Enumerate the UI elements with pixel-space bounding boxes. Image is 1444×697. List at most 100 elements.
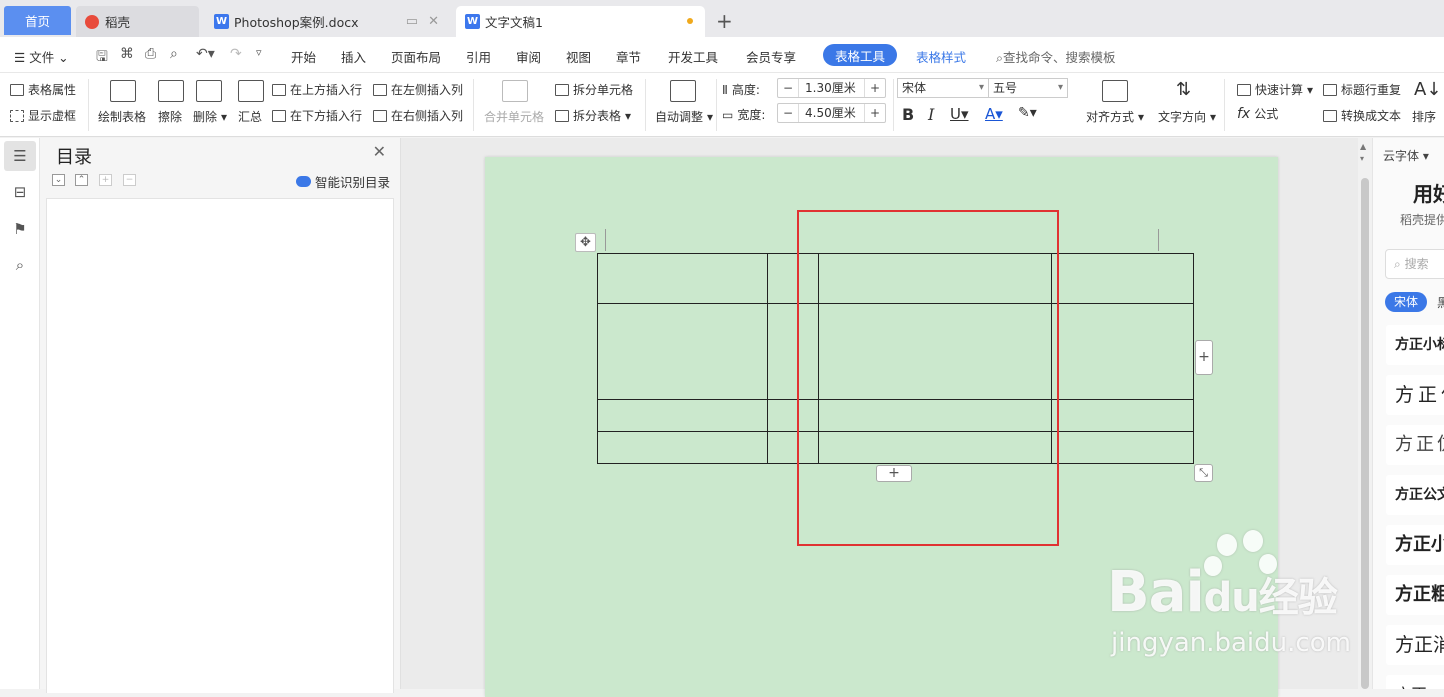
font-card[interactable]: 方正公文 — [1386, 475, 1444, 515]
underline-icon[interactable]: U▾ — [950, 105, 969, 123]
redo-icon[interactable]: ↷ — [230, 46, 242, 62]
print-icon[interactable]: ⎙ — [145, 46, 156, 62]
smart-toc-button[interactable]: 智能识别目录 — [295, 172, 390, 191]
height-stepper[interactable]: −1.30厘米 + — [777, 78, 886, 98]
document-page[interactable]: ✥ + + ⤡ — [485, 157, 1278, 697]
screen-icon[interactable]: ▭ — [406, 14, 418, 29]
font-card[interactable]: 方正粗 — [1386, 575, 1444, 615]
menu-review[interactable]: 审阅 — [516, 47, 541, 66]
find-icon[interactable]: ⌕ — [11, 256, 29, 274]
menu-insert[interactable]: 插入 — [341, 47, 366, 66]
italic-icon[interactable]: I — [928, 105, 934, 124]
more-icon[interactable]: ▿ — [256, 46, 262, 59]
bookmark-icon[interactable]: ⚑ — [11, 220, 29, 238]
minus-icon[interactable]: − — [778, 104, 798, 122]
file-menu[interactable]: ☰ 文件 ⌄ — [14, 47, 69, 66]
sort-icon: A↓ — [1414, 79, 1442, 100]
align-button[interactable]: 对齐方式 ▾ — [1086, 108, 1144, 125]
tab-daoke[interactable]: 稻壳 — [76, 6, 199, 37]
font-card[interactable]: 方正仿 — [1386, 375, 1444, 415]
expand-icon[interactable]: ⌄ — [52, 174, 65, 186]
insert-above-button[interactable]: 在上方插入行 — [272, 81, 362, 98]
undo-icon[interactable]: ↶▾ — [196, 46, 215, 62]
scroll-up-icon[interactable]: ▲ — [1360, 142, 1366, 151]
menu-start[interactable]: 开始 — [291, 47, 316, 66]
resize-table-icon[interactable]: ⤡ — [1194, 464, 1213, 482]
font-name-select[interactable]: 宋体 — [897, 78, 989, 98]
menu-devtools[interactable]: 开发工具 — [668, 47, 718, 66]
tab-photoshop-doc[interactable]: W Photoshop案例.docx ▭ ✕ — [205, 6, 451, 37]
margin-mark — [1158, 229, 1159, 251]
quick-calc-button[interactable]: 快速计算 ▾ — [1237, 81, 1313, 98]
title-repeat-button[interactable]: 标题行重复 — [1323, 81, 1401, 98]
font-search-input[interactable]: ⌕ 搜索 — [1385, 249, 1444, 279]
minus-icon[interactable]: − — [778, 79, 798, 97]
height-value[interactable]: 1.30厘米 — [798, 79, 865, 97]
close-icon[interactable]: ✕ — [373, 142, 386, 161]
collapse-icon[interactable]: ⌃ — [75, 174, 88, 186]
menu-reference[interactable]: 引用 — [466, 47, 491, 66]
convert-text-button[interactable]: 转换成文本 — [1323, 107, 1401, 124]
font-card[interactable]: 方正仿 — [1386, 425, 1444, 465]
scroll-thumb[interactable] — [1361, 178, 1369, 689]
plus-icon[interactable]: + — [865, 104, 885, 122]
outline-icon[interactable]: ☰ — [11, 147, 29, 165]
tag-songti[interactable]: 宋体 — [1385, 292, 1427, 312]
split-table-label: 拆分表格 — [573, 109, 622, 123]
tag-heiti[interactable]: 黑 — [1437, 294, 1444, 311]
insert-below-button[interactable]: 在下方插入行 — [272, 107, 362, 124]
formula-label: 公式 — [1254, 107, 1279, 121]
close-tab-icon[interactable]: ✕ — [428, 14, 439, 29]
add-column-icon[interactable]: + — [1195, 340, 1213, 375]
preview-icon[interactable]: ⌕ — [170, 46, 178, 62]
scroll-top-icon[interactable]: ▾ — [1360, 154, 1364, 163]
ribbon: 表格属性 显示虚框 绘制表格 擦除 删除 ▾ 汇总 在上方插入行 在下方插入行 在… — [0, 73, 1444, 137]
chapter-nav-icon[interactable]: ⊟ — [11, 183, 29, 201]
summary-button[interactable]: 汇总 — [238, 108, 262, 125]
font-color-icon[interactable]: A▾ — [985, 105, 1003, 123]
merge-cells-button[interactable]: 合并单元格 — [484, 108, 544, 125]
plus-icon[interactable]: + — [865, 79, 885, 97]
draw-table-button[interactable]: 绘制表格 — [98, 108, 146, 125]
menu-layout[interactable]: 页面布局 — [391, 47, 441, 66]
cloud-font-dropdown[interactable]: 云字体 ▾ — [1383, 147, 1429, 164]
new-tab-icon[interactable]: + — [716, 9, 733, 33]
font-card[interactable]: 方正 — [1386, 675, 1444, 689]
add-level-icon[interactable]: + — [99, 174, 112, 186]
width-value[interactable]: 4.50厘米 — [798, 104, 865, 122]
table-move-icon[interactable]: ✥ — [575, 233, 596, 252]
font-card[interactable]: 方正小 — [1386, 525, 1444, 565]
tab-home[interactable]: 首页 — [4, 6, 71, 35]
font-size-select[interactable]: 五号 — [988, 78, 1068, 98]
sort-button[interactable]: 排序 — [1412, 108, 1436, 125]
menu-chapter[interactable]: 章节 — [616, 47, 641, 66]
show-gridlines-button[interactable]: 显示虚框 — [10, 107, 76, 124]
menu-table-tools[interactable]: 表格工具 — [823, 44, 897, 66]
highlight-icon[interactable]: ✎▾ — [1018, 105, 1037, 121]
bold-icon[interactable]: B — [902, 105, 914, 124]
unsaved-dot-icon — [687, 18, 693, 24]
split-cells-button[interactable]: 拆分单元格 — [555, 81, 633, 98]
erase-button[interactable]: 擦除 — [158, 108, 182, 125]
document-canvas: ✥ + + ⤡ — [401, 138, 1358, 697]
delete-button[interactable]: 删除 ▾ — [193, 108, 227, 125]
insert-right-button[interactable]: 在右侧插入列 — [373, 107, 463, 124]
format-painter-icon[interactable]: ⌘ — [120, 46, 134, 62]
formula-button[interactable]: fx 公式 — [1237, 105, 1278, 122]
menu-member[interactable]: 会员专享 — [746, 47, 796, 66]
vertical-scrollbar[interactable]: ▲ ▾ — [1358, 138, 1372, 689]
font-card[interactable]: 方正消 — [1386, 625, 1444, 665]
width-stepper[interactable]: −4.50厘米 + — [777, 103, 886, 123]
menu-view[interactable]: 视图 — [566, 47, 591, 66]
save-icon[interactable]: 🖫 — [96, 46, 108, 70]
auto-adjust-button[interactable]: 自动调整 ▾ — [655, 108, 713, 125]
menu-table-style[interactable]: 表格样式 — [916, 47, 966, 66]
table-props-button[interactable]: 表格属性 — [10, 81, 76, 98]
tab-current-doc[interactable]: W 文字文稿1 — [456, 6, 705, 37]
font-card[interactable]: 方正小标 — [1386, 325, 1444, 365]
remove-level-icon[interactable]: − — [123, 174, 136, 186]
split-table-button[interactable]: 拆分表格 ▾ — [555, 107, 631, 124]
insert-left-button[interactable]: 在左侧插入列 — [373, 81, 463, 98]
command-search[interactable]: ⌕查找命令、搜索模板 — [996, 47, 1116, 66]
text-direction-button[interactable]: 文字方向 ▾ — [1158, 108, 1216, 125]
